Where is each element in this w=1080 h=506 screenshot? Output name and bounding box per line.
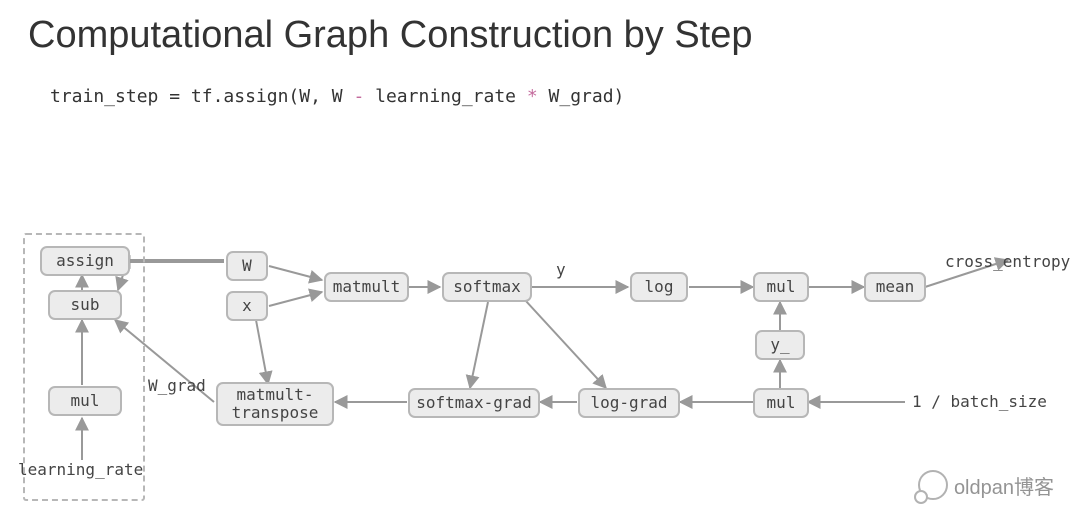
code-variable: train_step xyxy=(50,86,158,107)
node-sub: sub xyxy=(48,290,122,320)
node-mul-bottom: mul xyxy=(753,388,809,418)
code-rest1: learning_rate xyxy=(364,86,527,107)
watermark: oldpan博客 xyxy=(918,470,1054,500)
node-y-underscore: y_ xyxy=(755,330,805,360)
watermark-text: oldpan博客 xyxy=(954,471,1054,500)
label-w-grad: W_grad xyxy=(148,376,206,395)
node-mean: mean xyxy=(864,272,926,302)
label-y: y xyxy=(556,260,566,279)
page-title: Computational Graph Construction by Step xyxy=(28,14,753,57)
node-log-grad: log-grad xyxy=(578,388,680,418)
graph-edges xyxy=(0,0,1080,506)
node-w: W xyxy=(226,251,268,281)
node-mul-left: mul xyxy=(48,386,122,416)
code-eq: = xyxy=(158,86,191,107)
diagram-page: Computational Graph Construction by Step… xyxy=(0,0,1080,506)
label-cross-entropy: cross_entropy xyxy=(945,252,1070,271)
node-log: log xyxy=(630,272,688,302)
label-learning-rate: learning_rate xyxy=(18,460,143,479)
label-batch-size: 1 / batch_size xyxy=(912,392,1047,411)
node-softmax: softmax xyxy=(442,272,532,302)
code-line: train_step = tf.assign(W, W - learning_r… xyxy=(50,86,624,107)
code-minus: - xyxy=(353,86,364,107)
node-x: x xyxy=(226,291,268,321)
code-rest2: W_grad) xyxy=(538,86,625,107)
node-assign: assign xyxy=(40,246,130,276)
node-mul-top: mul xyxy=(753,272,809,302)
code-star: * xyxy=(527,86,538,107)
wechat-icon xyxy=(918,470,948,500)
node-softmax-grad: softmax-grad xyxy=(408,388,540,418)
code-func: tf.assign(W, W xyxy=(191,86,354,107)
node-matmult: matmult xyxy=(324,272,409,302)
node-matmult-transpose: matmult- transpose xyxy=(216,382,334,426)
